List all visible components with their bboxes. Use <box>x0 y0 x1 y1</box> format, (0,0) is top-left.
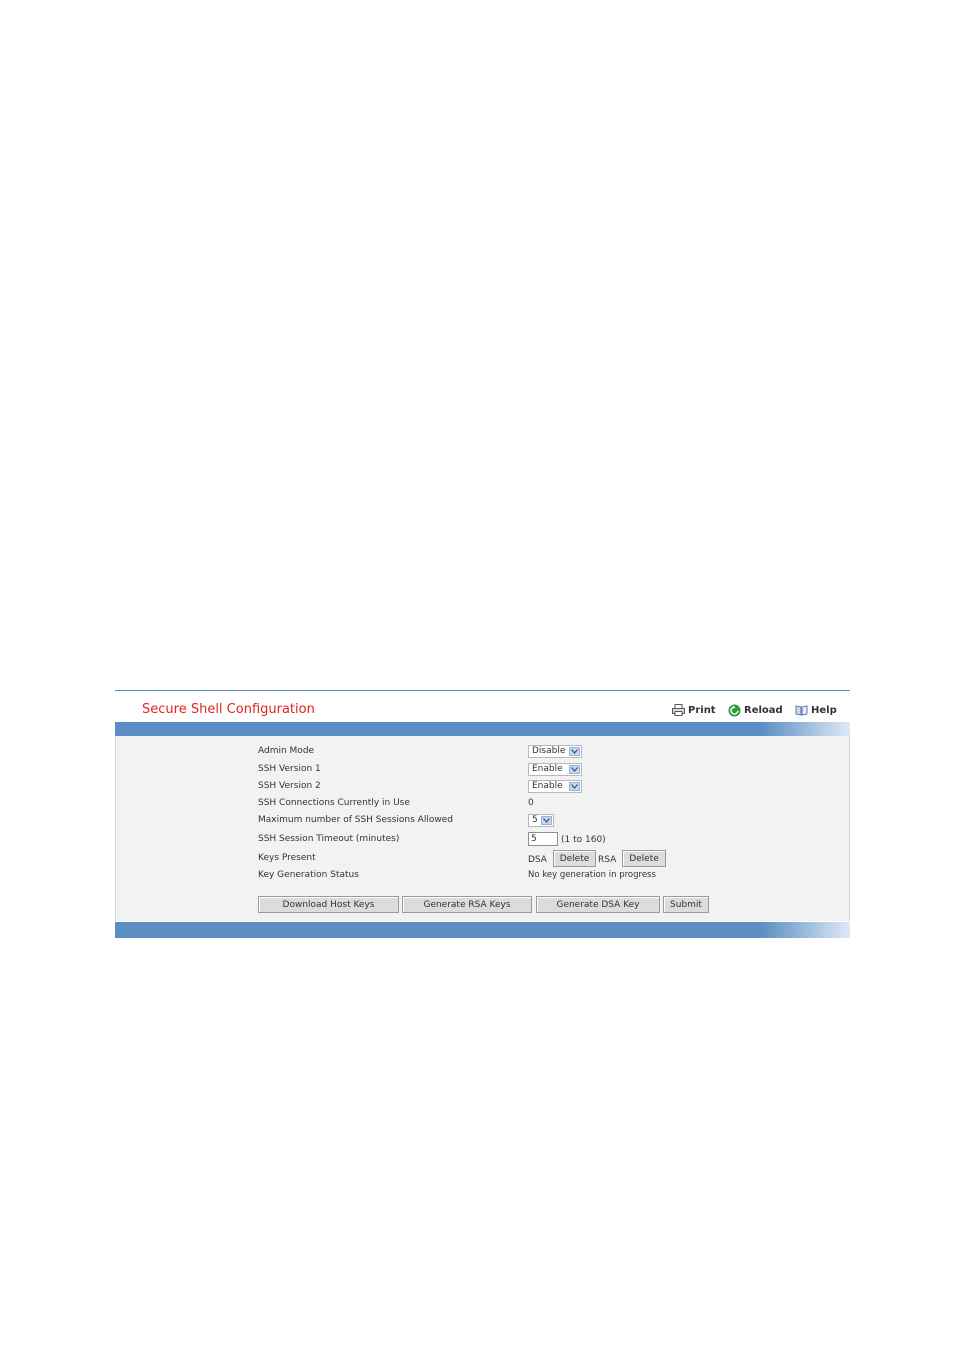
admin-mode-select[interactable]: Disable <box>528 745 582 758</box>
help-link[interactable]: Help <box>795 704 837 716</box>
max-sessions-value: 5 <box>532 815 538 825</box>
chevron-down-icon <box>569 782 580 791</box>
timeout-label: SSH Session Timeout (minutes) <box>258 834 400 844</box>
submit-button[interactable]: Submit <box>663 896 709 913</box>
timeout-hint: (1 to 160) <box>561 835 606 845</box>
printer-icon <box>672 704 685 716</box>
ssh-v2-select[interactable]: Enable <box>528 780 582 793</box>
admin-mode-label: Admin Mode <box>258 746 315 756</box>
header-bar <box>115 722 850 736</box>
rsa-key-label: RSA <box>598 855 617 865</box>
delete-dsa-button[interactable]: Delete <box>553 850 596 867</box>
ssh-v1-label: SSH Version 1 <box>258 764 321 774</box>
ssh-v1-select[interactable]: Enable <box>528 763 582 776</box>
chevron-down-icon <box>541 816 552 825</box>
help-book-icon <box>795 705 808 716</box>
chevron-down-icon <box>569 747 580 756</box>
connections-label: SSH Connections Currently in Use <box>258 798 410 808</box>
admin-mode-value: Disable <box>532 746 566 756</box>
ssh-v2-value: Enable <box>532 781 563 791</box>
print-label: Print <box>688 704 716 716</box>
dsa-key-label: DSA <box>528 855 547 865</box>
reload-icon <box>728 704 741 717</box>
page-title: Secure Shell Configuration <box>142 702 315 717</box>
delete-rsa-button[interactable]: Delete <box>622 850 666 867</box>
help-label: Help <box>811 704 837 716</box>
timeout-input[interactable]: 5 <box>528 832 558 846</box>
print-link[interactable]: Print <box>672 704 716 716</box>
top-rule <box>115 690 850 691</box>
connections-value: 0 <box>528 798 534 808</box>
generate-rsa-keys-button[interactable]: Generate RSA Keys <box>402 896 532 913</box>
reload-label: Reload <box>744 705 783 716</box>
generate-dsa-key-button[interactable]: Generate DSA Key <box>536 896 660 913</box>
ssh-v2-label: SSH Version 2 <box>258 781 321 791</box>
footer-bar <box>115 922 850 938</box>
secure-shell-panel: Secure Shell Configuration Print Reload … <box>115 690 850 939</box>
reload-link[interactable]: Reload <box>728 704 783 717</box>
form-area: Admin Mode Disable SSH Version 1 Enable … <box>115 736 850 921</box>
chevron-down-icon <box>569 765 580 774</box>
max-sessions-select[interactable]: 5 <box>528 814 554 827</box>
download-host-keys-button[interactable]: Download Host Keys <box>258 896 399 913</box>
max-sessions-label: Maximum number of SSH Sessions Allowed <box>258 815 453 825</box>
key-gen-value: No key generation in progress <box>528 870 656 880</box>
keys-present-label: Keys Present <box>258 853 316 863</box>
key-gen-label: Key Generation Status <box>258 870 359 880</box>
ssh-v1-value: Enable <box>532 764 563 774</box>
